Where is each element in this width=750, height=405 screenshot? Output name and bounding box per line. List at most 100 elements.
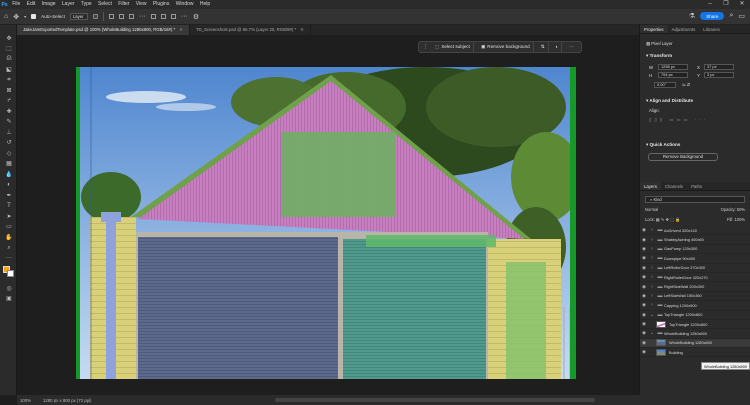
menu-window[interactable]: Window [173,0,197,9]
object-selection-icon[interactable]: ⬕ [5,66,13,74]
chevron-right-icon[interactable]: › [648,246,656,252]
type-tool-icon[interactable]: T [5,202,13,210]
chevron-down-icon[interactable]: ⌄ [648,330,656,336]
eye-icon[interactable]: ◉ [640,330,648,336]
chevron-right-icon[interactable]: › [648,255,656,261]
crop-tool-icon[interactable]: ⌗ [5,76,13,84]
menu-filter[interactable]: Filter [115,0,133,9]
eye-icon[interactable]: ◉ [640,237,648,243]
blend-mode-dropdown[interactable]: Normal [645,207,658,212]
chevron-right-icon[interactable]: › [648,284,656,290]
blur-tool-icon[interactable]: 💧 [5,171,13,179]
eraser-tool-icon[interactable]: ◇ [5,150,13,158]
list-item[interactable]: ◉ WholeBuilding 1280x800 [640,338,750,349]
fill-control[interactable]: Fill: 100% [727,217,745,223]
list-item[interactable]: ◉ › ▬ RightRollerDoor 320x270 [640,273,750,283]
more-options-icon[interactable]: ··· [139,13,146,20]
tab-layers[interactable]: Layers [640,182,661,190]
align-top-icon[interactable] [150,14,156,19]
height-field[interactable]: 794 px [658,72,688,78]
frame-tool-icon[interactable]: ⊠ [5,87,13,95]
quick-mask-icon[interactable]: ◎ [5,285,13,293]
eye-icon[interactable]: ◉ [640,321,648,327]
move-tool-icon[interactable]: ✥ [5,35,13,43]
flask-icon[interactable]: ⚗ [689,12,695,20]
chevron-right-icon[interactable]: › [648,302,656,308]
transform-icon[interactable]: ⇅ [538,42,549,52]
tab-paths[interactable]: Paths [687,182,706,190]
chevron-right-icon[interactable]: › [648,237,656,243]
canvas-image[interactable] [76,67,576,379]
tab-properties[interactable]: Properties [640,25,668,33]
chevron-right-icon[interactable]: › [648,265,656,271]
brush-tool-icon[interactable]: ✎ [5,118,13,126]
list-item[interactable]: ◉ › ▬ Downpipe 90x400 [640,254,750,264]
chevron-right-icon[interactable]: › [648,274,656,280]
minimize-icon[interactable]: – [702,0,718,9]
tab-document-1[interactable]: JakeJamExportedTemplate.psd @ 100% (Whol… [17,25,190,35]
width-field[interactable]: 1258 px [658,64,688,70]
pen-tool-icon[interactable]: ✒ [5,192,13,200]
menu-view[interactable]: View [133,0,150,9]
maximize-icon[interactable]: ❐ [718,0,734,9]
remove-background-quick-button[interactable]: Remove Background [648,153,718,161]
chevron-right-icon[interactable]: › [648,227,656,233]
list-item[interactable]: ◉ ⌄ ▬ TopTriangle 1200x800 [640,311,750,320]
align-section-title[interactable]: ▾ Align and Distribute [646,98,693,104]
show-transform-checkbox[interactable] [92,14,98,19]
list-item[interactable]: ◉ Building [640,348,750,358]
horizontal-scrollbar[interactable] [275,398,595,402]
angle-field[interactable]: 0.00° [654,82,676,88]
background-color-swatch[interactable] [7,270,14,277]
list-item[interactable]: ◉ › ▬ LeftRollerDoor 370x300 [640,264,750,273]
chevron-right-icon[interactable]: › [648,293,656,299]
eye-icon[interactable]: ◉ [640,265,648,271]
close-icon[interactable]: ✕ [300,27,304,32]
menu-type[interactable]: Type [78,0,95,9]
align-right-icon[interactable] [128,14,134,19]
healing-brush-icon[interactable]: ✚ [5,108,13,116]
flip-icons[interactable]: ⇋ ⇵ [682,82,690,88]
history-brush-icon[interactable]: ↺ [5,139,13,147]
lock-controls[interactable]: Lock: ▦ ✎ ✥ ⬚ 🔒 [645,217,680,223]
workspace-icon[interactable]: ▭ [738,12,745,20]
tab-libraries[interactable]: Libraries [699,25,723,33]
eye-icon[interactable]: ◉ [640,302,648,308]
more-options-icon[interactable]: ··· [181,13,188,20]
share-button[interactable]: Share [700,12,725,20]
eye-icon[interactable]: ◉ [640,274,648,280]
eye-icon[interactable]: ◉ [640,312,648,318]
auto-select-checkbox[interactable] [31,14,37,19]
menu-plugins[interactable]: Plugins [150,0,173,9]
more-options-icon[interactable]: ··· [566,42,577,52]
menu-select[interactable]: Select [95,0,115,9]
eye-icon[interactable]: ◉ [640,255,648,261]
list-item[interactable]: ◉ › ▬ Capping 1200x500 [640,301,750,311]
lasso-tool-icon[interactable]: ᘏ [5,55,13,63]
align-buttons[interactable]: ▯▯▯ ▭▭▭ ··· [649,117,708,123]
eye-icon[interactable]: ◉ [640,284,648,290]
tab-document-2[interactable]: TD_Screenshots.psd @ 66.7% (Layer 20, RG… [190,25,311,35]
move-tool-icon[interactable]: ✥ [13,13,19,21]
drag-handle-icon[interactable]: ⋮ [423,44,428,50]
stamp-tool-icon[interactable]: ⊥ [5,129,13,137]
tab-channels[interactable]: Channels [661,182,687,190]
hand-tool-icon[interactable]: ✋ [5,234,13,242]
menu-layer[interactable]: Layer [59,0,78,9]
align-center-icon[interactable] [118,14,124,19]
gradient-tool-icon[interactable]: ▦ [5,160,13,168]
menu-file[interactable]: File [9,0,23,9]
close-icon[interactable]: ✕ [734,0,750,9]
eye-icon[interactable]: ◉ [640,293,648,299]
opacity-control[interactable]: Opacity: 50% [721,207,745,212]
remove-background-button[interactable]: ▣ Remove background [478,42,534,52]
eye-icon[interactable]: ◉ [640,349,648,355]
menu-edit[interactable]: Edit [23,0,38,9]
eye-icon[interactable]: ◉ [640,227,648,233]
quick-actions-title[interactable]: ▾ Quick Actions [646,142,680,148]
menu-help[interactable]: Help [197,0,214,9]
menu-image[interactable]: Image [38,0,58,9]
list-item[interactable]: ◉ › ▬ RightSideWall 200x300 [640,282,750,292]
eyedropper-tool-icon[interactable]: ⌿ [5,97,13,105]
eye-icon[interactable]: ◉ [640,246,648,252]
